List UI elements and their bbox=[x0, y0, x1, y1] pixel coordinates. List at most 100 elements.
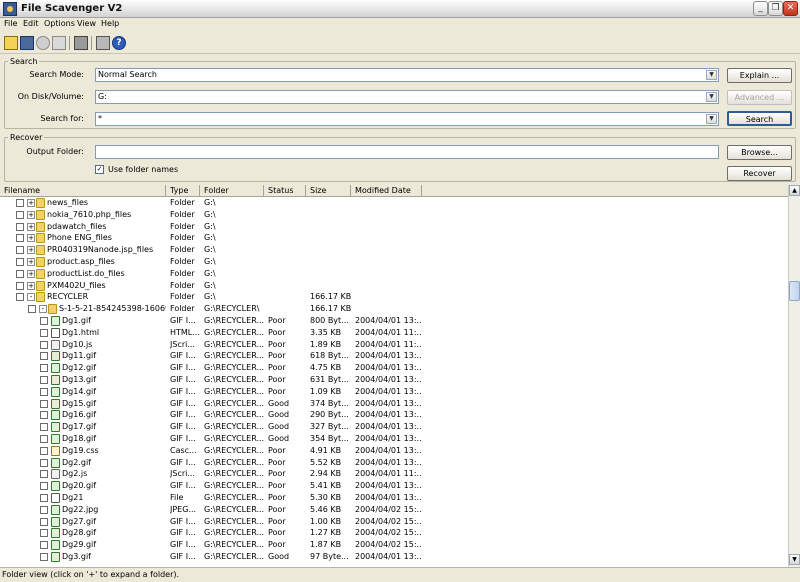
table-row[interactable]: Dg18.gif GIF I... G:\RECYCLER... Good 354 By… bbox=[0, 433, 788, 445]
expand-icon[interactable]: + bbox=[27, 199, 35, 207]
table-row[interactable]: Dg13.gif GIF I... G:\RECYCLER... Poor 631 By… bbox=[0, 374, 788, 386]
row-checkbox[interactable] bbox=[40, 494, 48, 502]
row-checkbox[interactable] bbox=[40, 541, 48, 549]
row-checkbox[interactable] bbox=[16, 270, 24, 278]
table-row[interactable]: + PR040319Nanode.jsp_files Folder G:\ bbox=[0, 244, 788, 256]
table-row[interactable]: + Phone ENG_files Folder G:\ bbox=[0, 232, 788, 244]
column-status[interactable]: Status bbox=[264, 185, 306, 197]
table-row[interactable]: + news_files Folder G:\ bbox=[0, 197, 788, 209]
stop-icon[interactable] bbox=[36, 36, 50, 50]
row-checkbox[interactable] bbox=[40, 376, 48, 384]
search-for-input[interactable]: * ▼ bbox=[95, 112, 719, 126]
table-row[interactable]: Dg3.gif GIF I... G:\RECYCLER... Good 97 Byte… bbox=[0, 551, 788, 563]
scroll-up-icon[interactable]: ▲ bbox=[789, 185, 800, 196]
collapse-icon[interactable]: - bbox=[39, 305, 47, 313]
save-icon[interactable] bbox=[20, 36, 34, 50]
table-row[interactable]: Dg2.js JScri... G:\RECYCLER... Poor 2.94 KB 2… bbox=[0, 468, 788, 480]
help-icon[interactable]: ? bbox=[112, 36, 126, 50]
explain-button[interactable]: Explain ... bbox=[727, 68, 792, 83]
table-row[interactable]: + nokia_7610.php_files Folder G:\ bbox=[0, 209, 788, 221]
row-checkbox[interactable] bbox=[40, 435, 48, 443]
row-checkbox[interactable] bbox=[16, 258, 24, 266]
maximize-button[interactable]: ❐ bbox=[768, 1, 783, 16]
row-checkbox[interactable] bbox=[40, 341, 48, 349]
expand-icon[interactable]: + bbox=[27, 234, 35, 242]
table-row[interactable]: - S-1-5-21-854245398-160698... Folder G:\RE… bbox=[0, 303, 788, 315]
vertical-scrollbar[interactable]: ▲ ▼ bbox=[788, 185, 800, 567]
table-row[interactable]: Dg11.gif GIF I... G:\RECYCLER... Poor 618 By… bbox=[0, 350, 788, 362]
menu-edit[interactable]: Edit bbox=[23, 19, 39, 28]
file-list[interactable]: + news_files Folder G:\ + nokia_7610.php_file… bbox=[0, 197, 788, 567]
row-checkbox[interactable] bbox=[40, 352, 48, 360]
row-checkbox[interactable] bbox=[40, 506, 48, 514]
row-checkbox[interactable] bbox=[40, 364, 48, 372]
column-filename[interactable]: Filename bbox=[0, 185, 166, 197]
row-checkbox[interactable] bbox=[28, 305, 36, 313]
expand-icon[interactable]: + bbox=[27, 270, 35, 278]
table-row[interactable]: Dg17.gif GIF I... G:\RECYCLER... Good 327 By… bbox=[0, 421, 788, 433]
row-checkbox[interactable] bbox=[40, 459, 48, 467]
table-row[interactable]: Dg28.gif GIF I... G:\RECYCLER... Poor 1.27 K… bbox=[0, 527, 788, 539]
output-folder-input[interactable] bbox=[95, 145, 719, 159]
dropdown-arrow-icon[interactable]: ▼ bbox=[706, 92, 717, 102]
scroll-down-icon[interactable]: ▼ bbox=[789, 554, 800, 565]
table-row[interactable]: Dg22.jpg JPEG... G:\RECYCLER... Poor 5.46 KB… bbox=[0, 504, 788, 516]
row-checkbox[interactable] bbox=[40, 470, 48, 478]
table-row[interactable]: Dg21 File G:\RECYCLER... Poor 5.30 KB 2004/04… bbox=[0, 492, 788, 504]
dropdown-arrow-icon[interactable]: ▼ bbox=[706, 70, 717, 80]
column-type[interactable]: Type bbox=[166, 185, 200, 197]
row-checkbox[interactable] bbox=[40, 411, 48, 419]
close-button[interactable]: ✕ bbox=[783, 1, 798, 16]
expand-icon[interactable]: + bbox=[27, 211, 35, 219]
menu-file[interactable]: File bbox=[4, 19, 17, 28]
row-checkbox[interactable] bbox=[16, 293, 24, 301]
row-checkbox[interactable] bbox=[16, 234, 24, 242]
expand-icon[interactable]: + bbox=[27, 282, 35, 290]
scroll-thumb[interactable] bbox=[789, 281, 800, 301]
row-checkbox[interactable] bbox=[40, 400, 48, 408]
table-row[interactable]: - RECYCLER Folder G:\ 166.17 KB bbox=[0, 291, 788, 303]
row-checkbox[interactable] bbox=[16, 282, 24, 290]
column-modified-date[interactable]: Modified Date bbox=[351, 185, 422, 197]
expand-icon[interactable]: + bbox=[27, 258, 35, 266]
table-row[interactable]: Dg20.gif GIF I... G:\RECYCLER... Poor 5.41 K… bbox=[0, 480, 788, 492]
table-row[interactable]: Dg29.gif GIF I... G:\RECYCLER... Poor 1.87 K… bbox=[0, 539, 788, 551]
dropdown-arrow-icon[interactable]: ▼ bbox=[706, 114, 717, 124]
advanced-button[interactable]: Advanced ... bbox=[727, 90, 792, 105]
browse-button[interactable]: Browse... bbox=[727, 145, 792, 160]
row-checkbox[interactable] bbox=[40, 482, 48, 490]
recover-tool-icon[interactable] bbox=[96, 36, 110, 50]
expand-icon[interactable]: + bbox=[27, 223, 35, 231]
disk-volume-select[interactable]: G: ▼ bbox=[95, 90, 719, 104]
table-row[interactable]: Dg1.html HTML... G:\RECYCLER... Poor 3.35 KB… bbox=[0, 327, 788, 339]
table-row[interactable]: Dg1.gif GIF I... G:\RECYCLER... Poor 800 Byt… bbox=[0, 315, 788, 327]
row-checkbox[interactable] bbox=[16, 223, 24, 231]
search-tool-icon[interactable] bbox=[4, 36, 18, 50]
row-checkbox[interactable] bbox=[40, 529, 48, 537]
minimize-button[interactable]: _ bbox=[753, 1, 768, 16]
use-folder-names-checkbox[interactable]: ✓ bbox=[95, 165, 104, 174]
row-checkbox[interactable] bbox=[40, 553, 48, 561]
table-row[interactable]: Dg19.css Casc... G:\RECYCLER... Poor 4.91 KB… bbox=[0, 445, 788, 457]
row-checkbox[interactable] bbox=[16, 211, 24, 219]
recover-button[interactable]: Recover bbox=[727, 166, 792, 181]
table-row[interactable]: Dg14.gif GIF I... G:\RECYCLER... Poor 1.09 K… bbox=[0, 386, 788, 398]
row-checkbox[interactable] bbox=[40, 447, 48, 455]
row-checkbox[interactable] bbox=[40, 329, 48, 337]
menu-view[interactable]: View bbox=[77, 19, 96, 28]
row-checkbox[interactable] bbox=[40, 317, 48, 325]
search-mode-select[interactable]: Normal Search ▼ bbox=[95, 68, 719, 82]
table-row[interactable]: + product.asp_files Folder G:\ bbox=[0, 256, 788, 268]
row-checkbox[interactable] bbox=[16, 199, 24, 207]
table-row[interactable]: Dg12.gif GIF I... G:\RECYCLER... Poor 4.75 K… bbox=[0, 362, 788, 374]
row-checkbox[interactable] bbox=[40, 518, 48, 526]
column-folder[interactable]: Folder bbox=[200, 185, 264, 197]
expand-icon[interactable]: + bbox=[27, 246, 35, 254]
disk-icon[interactable] bbox=[74, 36, 88, 50]
collapse-icon[interactable]: - bbox=[27, 293, 35, 301]
row-checkbox[interactable] bbox=[40, 423, 48, 431]
table-row[interactable]: + productList.do_files Folder G:\ bbox=[0, 268, 788, 280]
column-size[interactable]: Size bbox=[306, 185, 351, 197]
menu-options[interactable]: Options bbox=[44, 19, 75, 28]
search-button[interactable]: Search bbox=[727, 111, 792, 126]
